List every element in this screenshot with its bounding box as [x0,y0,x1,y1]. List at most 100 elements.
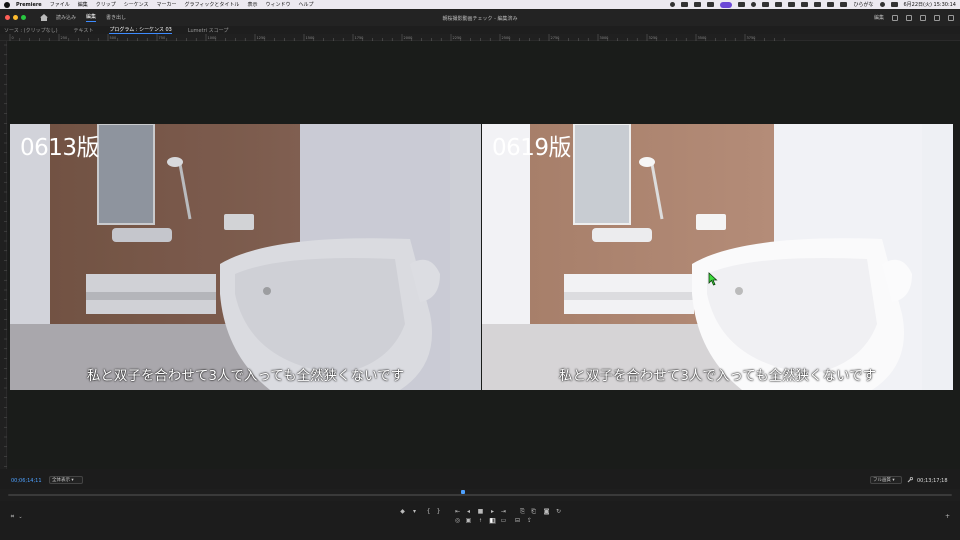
ruler-tick-label: 2500 [502,36,511,40]
ruler-tick-label: 500 [110,36,117,40]
status-icon[interactable] [751,2,757,7]
quick-export-icon[interactable] [906,14,912,21]
menu-edit[interactable]: 編集 [78,1,88,8]
status-icon[interactable] [670,2,676,7]
toggle-proxies-icon[interactable]: ▭ [500,518,507,524]
playback-quality-value: フル画質 [873,478,891,483]
wifi-icon[interactable] [840,2,848,7]
stop-icon[interactable]: ■ [477,509,484,515]
fullscreen-icon[interactable] [948,14,954,21]
ruler-tick-label: 2000 [404,36,413,40]
document-title: 朝桜撮影動画チェック - 編集済み [442,16,518,22]
tab-lumetri-scopes[interactable]: Lumetri スコープ [188,27,229,34]
mark-out-icon[interactable]: } [435,509,442,515]
mini-timeline[interactable] [0,489,960,501]
apple-icon[interactable] [4,1,10,8]
ruler-tick-label: 750 [159,36,166,40]
video-frame-left: 0613版 私と双子を合わせて3人で入っても全然狭くないです [10,124,481,390]
battery-icon[interactable] [814,2,822,7]
mouse-cursor-icon [708,272,718,286]
multicam-icon[interactable]: ▣ [465,518,472,524]
marker-icon[interactable]: ◆ [399,509,406,515]
menu-clip[interactable]: クリップ [96,1,116,8]
menu-app[interactable]: Premiere [16,2,42,8]
ruler-tick-label: 2750 [551,36,560,40]
panel-tabs: ソース : (クリップなし) テキスト プログラム : シーケンス 03 Lum… [0,26,960,34]
bluetooth-icon[interactable] [827,2,835,7]
vertical-ruler [0,41,7,469]
input-method[interactable]: ひらがな [853,1,873,8]
zoom-fit-value: 全体表示 [52,478,70,483]
insert-icon[interactable]: ⎘ [519,509,526,515]
crop-icon[interactable]: ⌗ [9,514,16,520]
wrench-icon[interactable] [907,477,913,483]
go-to-in-icon[interactable]: ⇤ [454,509,461,515]
ruler-tick-label: 0 [12,36,14,40]
bathroom-image [10,124,481,390]
ruler-tick-label: 3000 [600,36,609,40]
loop-icon[interactable]: ↻ [555,509,562,515]
current-timecode[interactable]: 00;06;14;11 [11,478,42,484]
menu-window[interactable]: ウィンドウ [265,1,290,8]
search-icon[interactable] [879,2,885,7]
app-header: 読み込み 編集 書き出し 朝桜撮影動画チェック - 編集済み 編集 [0,9,960,26]
volume-icon[interactable] [801,2,809,7]
program-monitor[interactable]: 0613版 私と双子を合わせて3人で入っても全然狭くないです 0619版 私と双… [8,41,960,469]
share-icon[interactable] [920,14,926,21]
screen-record-icon[interactable] [720,1,733,8]
menu-view[interactable]: 表示 [247,1,257,8]
camera-icon[interactable]: ◙ [543,509,550,515]
status-icon[interactable] [788,2,796,7]
overwrite-icon[interactable]: ⎗ [530,509,537,515]
ruler-tick-label: 1250 [257,36,266,40]
duration-timecode: 00;13;17;18 [917,478,948,484]
bathroom-image [482,124,953,390]
status-icon[interactable] [738,2,746,7]
vr-icon[interactable]: ⊟ [514,518,521,524]
comparison-view-icon[interactable]: ◧ [489,518,496,524]
ruler-tick-label: 3250 [649,36,658,40]
chevron-down-icon[interactable]: ⌄ [17,514,24,520]
horizontal-ruler: 0 250 500 750 1000 1250 1500 1750 2000 2250 2500 27… [0,34,960,41]
workspace-label[interactable]: 編集 [874,14,884,21]
ruler-tick-label: 2250 [453,36,462,40]
menu-sequence[interactable]: シーケンス [124,1,149,8]
tab-program[interactable]: プログラム : シーケンス 03 [109,26,172,34]
menu-file[interactable]: ファイル [50,1,70,8]
subtitle-right: 私と双子を合わせて3人で入っても全然狭くないです [558,368,877,384]
zoom-fit-select[interactable]: 全体表示 ▾ [49,476,83,484]
add-marker-icon[interactable]: ▾ [411,509,418,515]
status-icon[interactable] [707,2,715,7]
add-button-icon[interactable]: + [944,514,951,520]
tab-source[interactable]: ソース : (クリップなし) [4,27,58,34]
timeline-track[interactable] [8,494,952,496]
ruler-tick-label: 3750 [747,36,756,40]
control-center-icon[interactable] [890,2,898,7]
transport-controls: ⌗ ⌄ ◆ ▾ { } ⇤ ◂ ■ ▸ ⇥ ⎘ ⎗ ◙ ↻ ◎ ▣ ⟊ ◧ ▭ … [0,505,960,540]
subtitle-left: 私と双子を合わせて3人で入っても全然狭くないです [86,368,405,384]
status-icon[interactable] [694,2,702,7]
clock[interactable]: 6月22日(火) 15:30:14 [904,1,957,8]
playhead[interactable] [461,490,465,494]
menu-marker[interactable]: マーカー [157,1,177,8]
go-to-out-icon[interactable]: ⇥ [500,509,507,515]
status-icon[interactable] [681,2,689,7]
video-frame-right: 0619版 私と双子を合わせて3人で入っても全然狭くないです [482,124,953,390]
ruler-tick-label: 1500 [306,36,315,40]
export-frame-icon[interactable]: ⇪ [526,518,533,524]
notifications-icon[interactable] [934,14,940,21]
menu-graphics[interactable]: グラフィックとタイトル [185,1,240,8]
status-icon[interactable] [762,2,770,7]
mark-in-icon[interactable]: { [425,509,432,515]
safe-margins-icon[interactable]: ◎ [454,518,461,524]
ruler-tick-label: 1000 [208,36,217,40]
menu-help[interactable]: ヘルプ [298,1,313,8]
ruler-tick-label: 250 [61,36,68,40]
tab-text[interactable]: テキスト [74,27,94,34]
status-icon[interactable] [775,2,783,7]
step-back-icon[interactable]: ◂ [465,509,472,515]
step-forward-icon[interactable]: ▸ [489,509,496,515]
panel-layout-icon[interactable] [892,14,898,21]
trim-icon[interactable]: ⟊ [477,518,484,524]
playback-quality-select[interactable]: フル画質 ▾ [870,476,902,484]
